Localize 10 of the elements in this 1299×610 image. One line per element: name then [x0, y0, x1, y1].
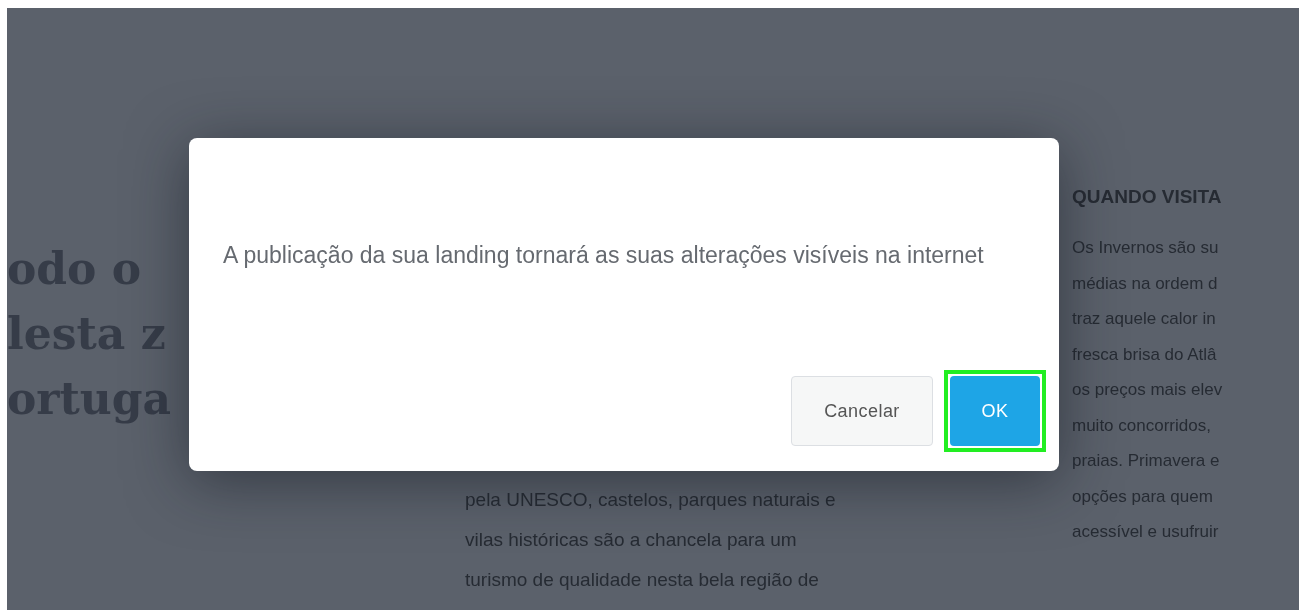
section-heading: QUANDO VISITA: [1072, 185, 1223, 209]
body-text: acessível e usufruir: [1072, 521, 1220, 543]
body-text: praias. Primavera e: [1072, 450, 1221, 472]
body-text: médias na ordem d: [1072, 272, 1219, 295]
body-text: fresca brisa do Atlâ: [1072, 343, 1218, 366]
dialog-message: A publicação da sua landing tornará as suas alterações visíveis na internet: [223, 241, 985, 270]
body-text: vilas históricas são a chancela para um: [465, 528, 798, 552]
body-text: opções para quem: [1072, 485, 1214, 508]
body-text: turismo de qualidade nesta bela região de: [465, 568, 820, 592]
cancel-button[interactable]: Cancelar: [791, 376, 933, 446]
